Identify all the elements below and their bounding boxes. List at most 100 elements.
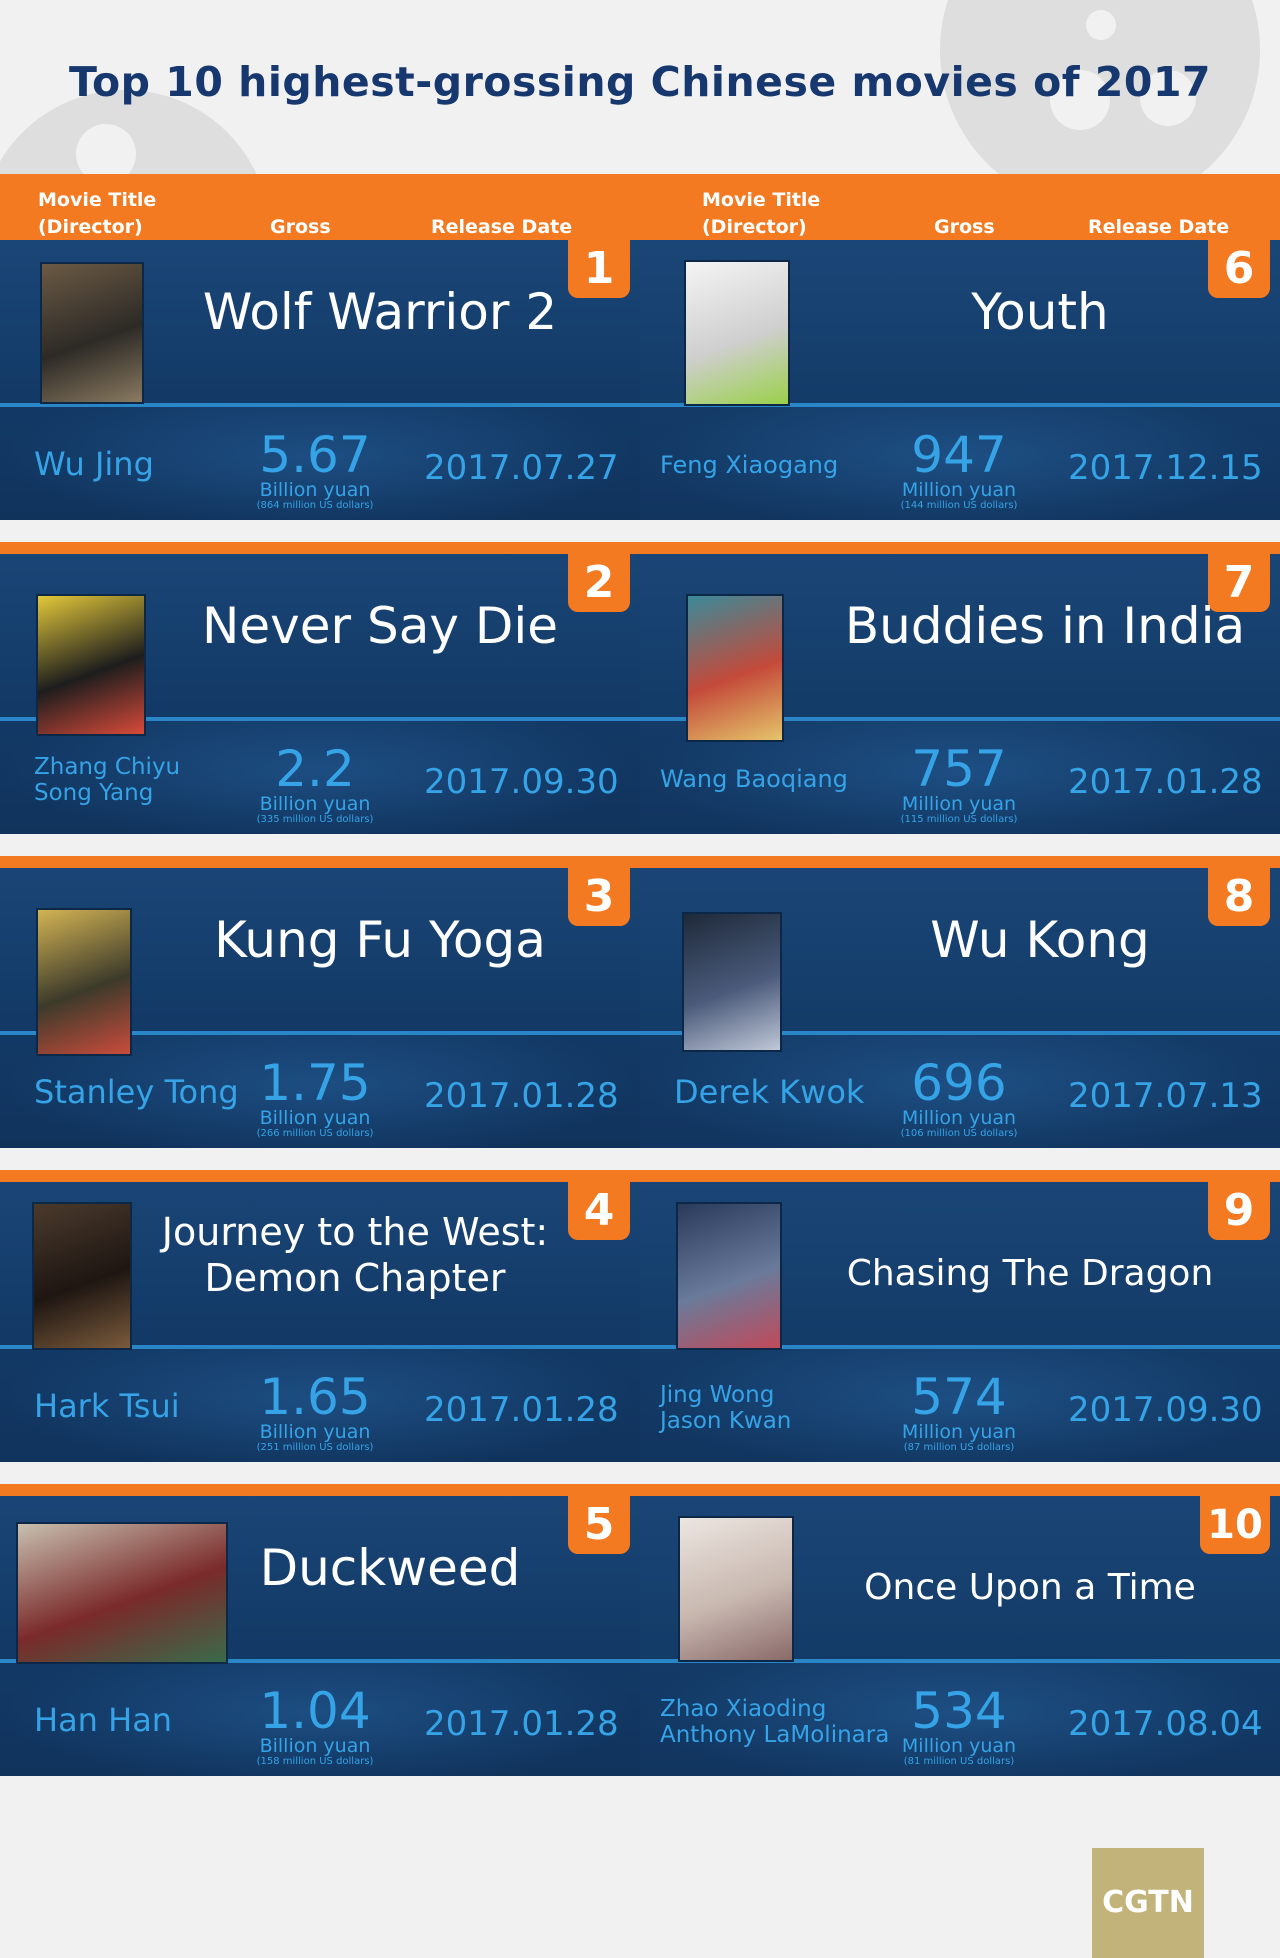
gross-unit: Billion yuan bbox=[259, 1107, 371, 1129]
gross-unit: Billion yuan bbox=[259, 793, 371, 815]
rank-badge: 9 bbox=[1208, 1182, 1270, 1240]
movie-poster-image bbox=[678, 1516, 794, 1662]
release-date: 2017.01.28 bbox=[424, 1704, 619, 1744]
cgtn-logo: CGTN bbox=[1092, 1848, 1204, 1958]
director-line: Han Han bbox=[34, 1701, 173, 1739]
movie-title: Journey to the West: Demon Chapter bbox=[161, 1210, 549, 1300]
gross-number: 1.65 bbox=[259, 1368, 371, 1426]
header-gross-label: Gross bbox=[270, 216, 331, 238]
header-director-label: (Director) bbox=[702, 216, 807, 238]
gross-value: 2.2 Billion yuan (335 million US dollars) bbox=[240, 744, 390, 826]
gross-unit: Million yuan bbox=[901, 1421, 1017, 1443]
director-line: Hark Tsui bbox=[34, 1387, 180, 1425]
movie-poster-image bbox=[36, 908, 132, 1056]
gross-unit: Million yuan bbox=[901, 479, 1017, 501]
card-separator bbox=[640, 1484, 1280, 1496]
movie-title: Never Say Die bbox=[202, 597, 558, 655]
gross-usd-equivalent: (144 million US dollars) bbox=[900, 500, 1018, 511]
header-release-date-label: Release Date bbox=[431, 216, 573, 238]
card-separator bbox=[0, 1484, 640, 1496]
gross-number: 1.04 bbox=[259, 1682, 371, 1740]
movie-title: Wolf Warrior 2 bbox=[202, 283, 558, 341]
movie-card-7: 7 Buddies in India Wang Baoqiang 757 Million… bbox=[640, 542, 1280, 834]
gross-value: 1.75 Billion yuan (266 million US dollars) bbox=[240, 1058, 390, 1140]
gross-number: 534 bbox=[911, 1682, 1007, 1740]
director-line: Jason Kwan bbox=[660, 1408, 792, 1435]
gross-number: 574 bbox=[911, 1368, 1007, 1426]
gross-value: 757 Million yuan (115 million US dollars) bbox=[884, 744, 1034, 826]
release-date: 2017.09.30 bbox=[1068, 1390, 1263, 1430]
gross-usd-equivalent: (115 million US dollars) bbox=[900, 814, 1018, 825]
movie-title: Wu Kong bbox=[930, 911, 1150, 969]
reel-hole bbox=[1086, 10, 1116, 40]
gross-usd-equivalent: (251 million US dollars) bbox=[256, 1442, 374, 1453]
movie-title: Once Upon a Time bbox=[864, 1567, 1196, 1608]
director-line: Anthony LaMolinara bbox=[660, 1722, 890, 1749]
movie-poster-image bbox=[36, 594, 146, 736]
gross-number: 1.75 bbox=[259, 1054, 371, 1112]
movie-title: Duckweed bbox=[259, 1539, 521, 1597]
gross-usd-equivalent: (106 million US dollars) bbox=[900, 1128, 1018, 1139]
movie-card-1: 1 Wolf Warrior 2 Wu Jing 5.67 Billion yuan (8… bbox=[0, 240, 640, 520]
release-date: 2017.01.28 bbox=[424, 1390, 619, 1430]
rank-badge: 5 bbox=[568, 1496, 630, 1554]
gross-unit: Million yuan bbox=[901, 1735, 1017, 1757]
gross-value: 947 Million yuan (144 million US dollars) bbox=[884, 430, 1034, 512]
director-line: Derek Kwok bbox=[674, 1073, 865, 1111]
page-title: Top 10 highest-grossing Chinese movies o… bbox=[68, 58, 1211, 106]
gross-unit: Billion yuan bbox=[259, 479, 371, 501]
movie-poster-image bbox=[682, 912, 782, 1052]
release-date: 2017.07.13 bbox=[1068, 1076, 1263, 1116]
director-name: Jing Wong Jason Kwan bbox=[660, 1382, 791, 1435]
movie-title: Kung Fu Yoga bbox=[214, 911, 546, 969]
director-line: Feng Xiaogang bbox=[660, 451, 839, 479]
gross-unit: Billion yuan bbox=[259, 1421, 371, 1443]
header-movie-title-label: Movie Title bbox=[38, 189, 157, 211]
gross-unit: Billion yuan bbox=[259, 1735, 371, 1757]
director-line: Song Yang bbox=[34, 780, 154, 807]
movie-card-8: 8 Wu Kong Derek Kwok 696 Million yuan (106 mi… bbox=[640, 856, 1280, 1148]
director-name: Feng Xiaogang bbox=[660, 451, 839, 480]
gross-value: 696 Million yuan (106 million US dollars) bbox=[884, 1058, 1034, 1140]
gross-usd-equivalent: (335 million US dollars) bbox=[256, 814, 374, 825]
movie-poster-image bbox=[32, 1202, 132, 1350]
header-director-label: (Director) bbox=[38, 216, 143, 238]
director-name: Hark Tsui bbox=[34, 1388, 180, 1425]
header-movie-title: Movie Title (Director) bbox=[702, 187, 820, 241]
card-separator bbox=[640, 542, 1280, 554]
director-name: Zhao Xiaoding Anthony LaMolinara bbox=[660, 1696, 889, 1749]
release-date: 2017.07.27 bbox=[424, 448, 619, 488]
movie-title: Chasing The Dragon bbox=[846, 1253, 1214, 1294]
gross-value: 1.04 Billion yuan (158 million US dollars) bbox=[240, 1686, 390, 1768]
movie-card-6: 6 Youth Feng Xiaogang 947 Million yuan (144 m… bbox=[640, 240, 1280, 520]
director-name: Wang Baoqiang bbox=[660, 765, 848, 794]
movie-poster-image bbox=[40, 262, 144, 404]
rank-badge: 10 bbox=[1200, 1496, 1270, 1554]
movie-poster-image bbox=[676, 1202, 782, 1350]
release-date: 2017.09.30 bbox=[424, 762, 619, 802]
card-separator bbox=[640, 1170, 1280, 1182]
gross-number: 696 bbox=[911, 1054, 1007, 1112]
director-line: Zhao Xiaoding bbox=[660, 1696, 827, 1722]
header-movie-title: Movie Title (Director) bbox=[38, 187, 156, 241]
director-line: Jing Wong bbox=[660, 1382, 775, 1408]
gross-usd-equivalent: (87 million US dollars) bbox=[903, 1442, 1015, 1453]
director-line: Stanley Tong bbox=[34, 1073, 239, 1111]
gross-unit: Million yuan bbox=[901, 1107, 1017, 1129]
gross-number: 947 bbox=[911, 426, 1007, 484]
release-date: 2017.01.28 bbox=[424, 1076, 619, 1116]
gross-usd-equivalent: (864 million US dollars) bbox=[256, 500, 374, 511]
release-date: 2017.12.15 bbox=[1068, 448, 1263, 488]
card-separator bbox=[640, 856, 1280, 868]
gross-usd-equivalent: (81 million US dollars) bbox=[903, 1756, 1015, 1767]
director-name: Han Han bbox=[34, 1702, 172, 1739]
gross-unit: Million yuan bbox=[901, 793, 1017, 815]
movie-card-4: 4 Journey to the West: Demon Chapter Hark … bbox=[0, 1170, 640, 1462]
gross-value: 5.67 Billion yuan (864 million US dollars) bbox=[240, 430, 390, 512]
gross-usd-equivalent: (158 million US dollars) bbox=[256, 1756, 374, 1767]
director-line: Wang Baoqiang bbox=[660, 765, 848, 793]
header-movie-title-label: Movie Title bbox=[702, 189, 821, 211]
gross-usd-equivalent: (266 million US dollars) bbox=[256, 1128, 374, 1139]
movie-card-5: 5 Duckweed Han Han 1.04 Billion yuan (158 mil… bbox=[0, 1484, 640, 1776]
release-date: 2017.01.28 bbox=[1068, 762, 1263, 802]
